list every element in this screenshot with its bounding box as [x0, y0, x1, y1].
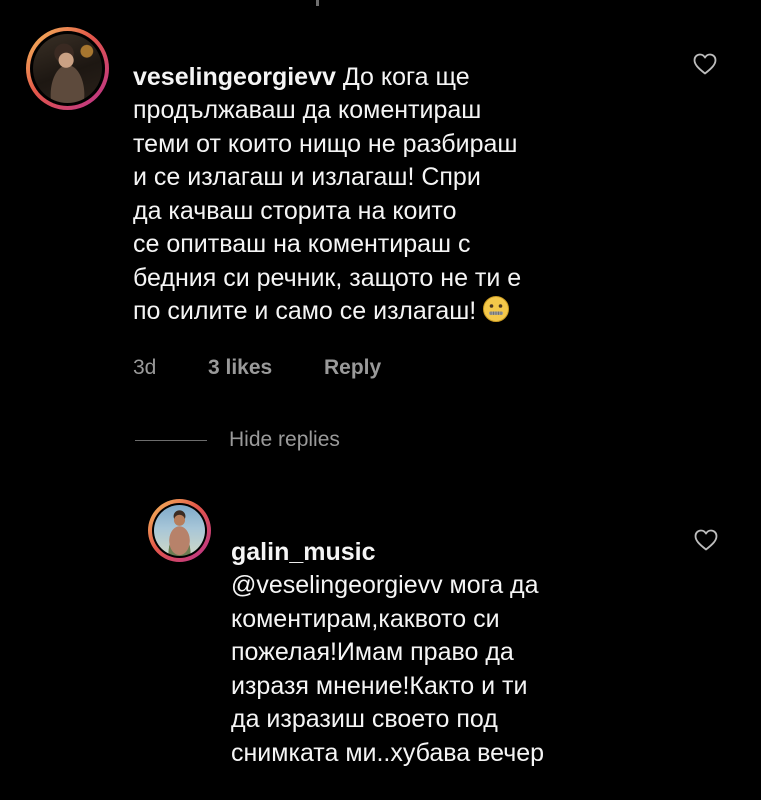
comment-timestamp: 3d	[133, 356, 157, 379]
avatar-photo	[33, 34, 102, 103]
reply-button[interactable]: Reply	[324, 356, 381, 380]
hide-replies-label[interactable]: Hide replies	[229, 428, 340, 452]
comment-body: veselingeorgievv До кога ще продължаваш д…	[133, 27, 653, 329]
avatar[interactable]	[148, 499, 211, 562]
comment-meta: 3d 3 likes Reply	[133, 356, 381, 380]
comment-username[interactable]: galin_music	[231, 538, 376, 566]
comment-likes-count[interactable]: 3 likes	[208, 356, 324, 380]
scroll-top-edge	[316, 0, 319, 6]
heart-outline-icon[interactable]	[693, 53, 717, 75]
avatar-photo	[154, 505, 205, 556]
comment-body: galin_music @veselingeorgievv мога да ком…	[231, 502, 661, 770]
comment-username[interactable]: veselingeorgievv	[133, 63, 336, 91]
comment-text: продължаваш да коментираш теми от които …	[133, 96, 522, 325]
heart-outline-icon[interactable]	[694, 529, 718, 551]
hide-replies-toggle[interactable]: Hide replies	[135, 428, 340, 452]
comment-text-first-line: До кога ще	[335, 62, 470, 91]
zipper-mouth-face-icon	[482, 295, 510, 323]
comment-text: @veselingeorgievv мога да коментирам,как…	[231, 571, 545, 767]
divider-line	[135, 439, 207, 441]
avatar[interactable]	[26, 27, 109, 110]
